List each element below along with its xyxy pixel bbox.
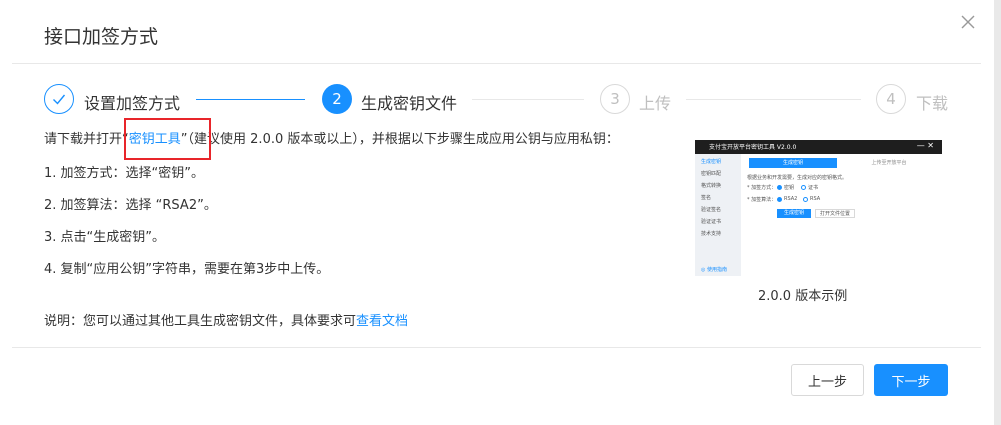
instruction-step-4: 4. 复制“应用公钥”字符串，需要在第3步中上传。 — [44, 262, 330, 277]
scrollbar-track[interactable] — [994, 0, 1001, 425]
intro-prefix: 请下载并打开 — [44, 132, 123, 147]
preview-sidebar-footer: ◎ 使用指南 — [701, 267, 727, 273]
step-3-connector — [686, 99, 861, 100]
view-docs-link[interactable]: 查看文档 — [356, 314, 408, 329]
close-icon — [961, 15, 975, 29]
step-2-title: 生成密钥文件 — [361, 94, 458, 113]
next-step-button[interactable]: 下一步 — [874, 364, 948, 396]
intro-suffix: （建议使用 2.0.0 版本或以上），并根据以下步骤生成应用公钥与应用私钥： — [187, 132, 619, 147]
preview-open-button: 打开文件位置 — [815, 209, 855, 218]
preview-sidebar-item: 技术支持 — [701, 231, 722, 237]
preview-generate-button: 生成密钥 — [777, 209, 811, 218]
steps-bar: 设置加签方式 2 生成密钥文件 3 上传 4 下载 — [0, 84, 1001, 118]
step-1-circle — [44, 84, 74, 114]
intro-quote-open: “ — [122, 132, 129, 147]
step-1-title: 设置加签方式 — [84, 94, 181, 113]
step-1-connector — [196, 99, 305, 100]
preview-titlebar: 支付宝开放平台密钥工具 V2.0.0 — ✕ — [695, 140, 942, 154]
prev-step-button[interactable]: 上一步 — [791, 364, 864, 396]
preview-radio-icon — [803, 197, 808, 202]
preview-row2-opt1: RSA2 — [784, 196, 798, 202]
preview-row1-opt1: 密钥 — [784, 185, 795, 191]
preview-sidebar-item: 生成密钥 — [701, 159, 722, 165]
intro-text: 请下载并打开“密钥工具”（建议使用 2.0.0 版本或以上），并根据以下步骤生成… — [44, 128, 619, 147]
step-4-title: 下载 — [916, 94, 949, 113]
preview-sidebar-item: 格式转换 — [701, 183, 722, 189]
step-4-circle: 4 — [876, 84, 906, 114]
tool-preview-image: 支付宝开放平台密钥工具 V2.0.0 — ✕ 生成密钥 密钥匹配 格式转换 签名… — [695, 140, 942, 276]
step-3-title: 上传 — [639, 94, 672, 113]
preview-row2-label: * 加签算法： — [747, 197, 777, 203]
preview-tab-active: 生成密钥 — [749, 158, 837, 168]
preview-sidebar: 生成密钥 密钥匹配 格式转换 签名 验证签名 验证证书 技术支持 ◎ 使用指南 — [695, 154, 741, 276]
instruction-step-3: 3. 点击“生成密钥”。 — [44, 230, 166, 245]
dialog-title: 接口加签方式 — [44, 26, 159, 48]
preview-tab-inactive: 上传至开放平台 — [871, 160, 907, 166]
close-button[interactable] — [958, 12, 978, 32]
preview-radio-icon — [777, 185, 782, 190]
preview-radio-icon — [801, 185, 806, 190]
preview-close-icon: — ✕ — [916, 141, 934, 150]
preview-radio-icon — [777, 197, 782, 202]
note-text: 说明：您可以通过其他工具生成密钥文件，具体要求可查看文档 — [44, 310, 408, 329]
check-icon — [53, 94, 66, 105]
preview-row2-opt2: RSA — [810, 196, 821, 202]
preview-caption: 2.0.0 版本示例 — [758, 289, 848, 304]
intro-quote-close: ” — [180, 132, 188, 147]
preview-window-title: 支付宝开放平台密钥工具 V2.0.0 — [709, 144, 797, 151]
instruction-step-1: 1. 加签方式：选择“密钥”。 — [44, 166, 205, 181]
preview-sidebar-item: 密钥匹配 — [701, 171, 722, 177]
preview-hint: 根据业务和开发需要，生成对应的密钥格式。 — [747, 175, 848, 181]
preview-sidebar-item: 验证签名 — [701, 207, 722, 213]
header-divider — [12, 63, 981, 64]
key-tool-link[interactable]: 密钥工具 — [129, 132, 181, 147]
step-2-circle: 2 — [322, 84, 352, 114]
note-prefix: 说明：您可以通过其他工具生成密钥文件，具体要求可 — [44, 314, 357, 329]
preview-sidebar-item: 签名 — [701, 195, 712, 201]
preview-row1-label: * 加签方式： — [747, 185, 777, 191]
step-2-connector — [472, 99, 584, 100]
step-3-circle: 3 — [600, 84, 630, 114]
instruction-step-2: 2. 加签算法：选择 “RSA2”。 — [44, 198, 217, 213]
preview-main: 生成密钥 上传至开放平台 根据业务和开发需要，生成对应的密钥格式。 * 加签方式… — [741, 154, 942, 276]
preview-row1-opt2: 证书 — [808, 185, 819, 191]
preview-sidebar-item: 验证证书 — [701, 219, 722, 225]
footer-divider — [12, 347, 981, 348]
